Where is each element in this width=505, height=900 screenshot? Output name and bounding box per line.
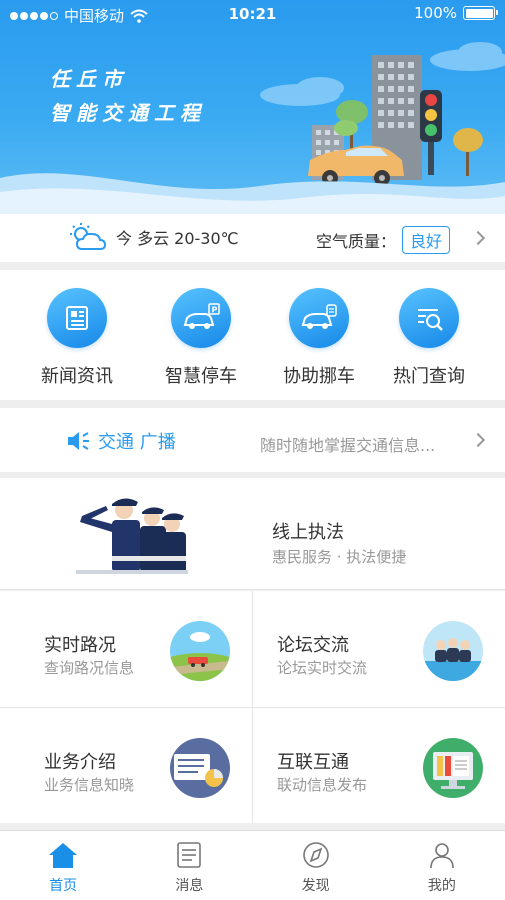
feature-grid: 新闻资讯 P 智慧停车 协助挪车 热门查询 (0, 270, 505, 400)
tile-subtitle: 论坛实时交流 (277, 659, 368, 677)
air-quality-badge: 良好 (401, 226, 450, 254)
banner-title-line2: 智能交通工程 (50, 101, 206, 125)
battery-icon (463, 6, 498, 20)
air-quality-label: 空气质量： (315, 232, 396, 251)
feature-label: 协助挪车 (283, 366, 355, 387)
tile-business-intro[interactable]: 业务介绍 业务信息知晓 (0, 708, 252, 824)
tab-bar: 首页 消息 发现 我的 (0, 830, 505, 900)
feature-label: 新闻资讯 (41, 366, 113, 387)
svg-text:P: P (212, 306, 218, 315)
tile-title: 论坛交流 (277, 635, 349, 656)
tab-home[interactable]: 首页 (0, 831, 126, 900)
user-icon (430, 843, 454, 869)
banner-title-line1: 任丘市 (50, 67, 128, 91)
feature-label: 智慧停车 (165, 366, 237, 387)
chevron-right-icon (470, 230, 486, 246)
forum-people-icon (423, 621, 483, 681)
tile-title: 互联互通 (277, 752, 349, 773)
search-list-icon (399, 288, 459, 348)
tab-label: 首页 (49, 878, 78, 894)
banner-title: 任丘市 智能交通工程 (50, 62, 206, 130)
battery-percent: 100% (414, 4, 457, 22)
partly-cloudy-icon (70, 223, 107, 250)
online-law-enforcement-card[interactable]: 线上执法 惠民服务 · 执法便捷 (0, 478, 505, 590)
feature-label: 热门查询 (393, 366, 465, 387)
message-icon (177, 842, 202, 868)
tab-label: 发现 (301, 878, 330, 894)
tab-messages[interactable]: 消息 (126, 831, 252, 900)
feature-hot-query[interactable]: 热门查询 (366, 288, 492, 388)
tile-forum[interactable]: 论坛交流 论坛实时交流 (253, 591, 505, 707)
tile-title: 业务介绍 (44, 752, 116, 773)
move-car-icon (289, 288, 349, 348)
road-traffic-icon (170, 621, 230, 681)
broadcast-label: 交通 广播 (98, 432, 176, 453)
law-subtitle: 惠民服务 · 执法便捷 (272, 548, 407, 566)
parking-car-icon: P (171, 288, 231, 348)
tab-profile[interactable]: 我的 (379, 831, 505, 900)
broadcast-text: 随时随地掌握交通信息... (260, 436, 436, 455)
newspaper-icon (47, 288, 107, 348)
tab-label: 我的 (427, 878, 456, 894)
books-icon (423, 738, 483, 798)
tile-subtitle: 联动信息发布 (277, 776, 368, 794)
banner: 中国移动 10:21 100% 任丘市 智能交通工程 (0, 0, 505, 214)
compass-icon (302, 842, 329, 868)
chevron-right-icon (470, 432, 486, 448)
weather-bar[interactable]: 今 多云 20-30℃ 空气质量： 良好 (0, 214, 505, 262)
tab-label: 消息 (175, 878, 204, 894)
tile-realtime-traffic[interactable]: 实时路况 查询路况信息 (0, 591, 252, 707)
tile-subtitle: 查询路况信息 (44, 659, 135, 677)
tile-title: 实时路况 (44, 635, 116, 656)
police-officers-illustration (76, 498, 188, 574)
feature-move-car[interactable]: 协助挪车 (256, 288, 382, 388)
weather-text: 今 多云 20-30℃ (116, 229, 239, 248)
feature-news[interactable]: 新闻资讯 (14, 288, 140, 388)
tile-subtitle: 业务信息知晓 (44, 776, 135, 794)
tile-divider-horizontal (0, 707, 505, 708)
speaker-icon (68, 432, 89, 450)
status-bar: 中国移动 10:21 100% (0, 0, 505, 30)
feature-smart-parking[interactable]: P 智慧停车 (138, 288, 264, 388)
tab-discover[interactable]: 发现 (253, 831, 379, 900)
traffic-broadcast-bar[interactable]: 交通 广播 随时随地掌握交通信息... (0, 408, 505, 472)
home-icon (49, 843, 78, 868)
law-title: 线上执法 (272, 522, 344, 543)
tile-interconnect[interactable]: 互联互通 联动信息发布 (253, 708, 505, 824)
business-chart-icon (170, 738, 230, 798)
